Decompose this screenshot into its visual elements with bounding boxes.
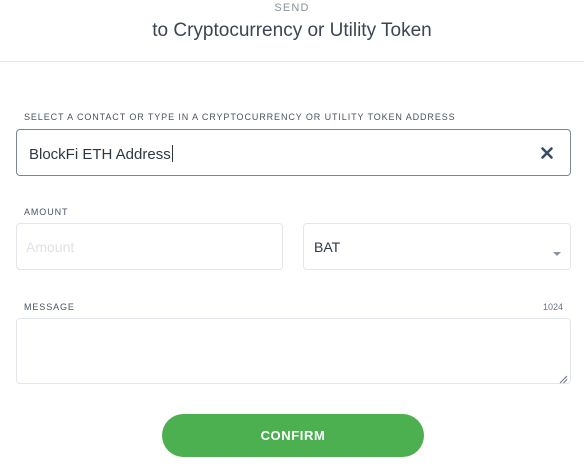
send-form-page: SEND to Cryptocurrency or Utility Token … bbox=[0, 0, 584, 468]
caret-down-icon bbox=[552, 244, 562, 256]
amount-placeholder: Amount bbox=[26, 239, 75, 255]
message-textarea[interactable] bbox=[16, 318, 571, 384]
resize-handle-icon[interactable] bbox=[558, 371, 568, 384]
recipient-address-value: BlockFi ETH Address bbox=[29, 145, 173, 163]
currency-selected-value: BAT bbox=[314, 239, 341, 255]
recipient-address-input[interactable]: BlockFi ETH Address bbox=[16, 129, 571, 176]
header-eyebrow: SEND bbox=[274, 2, 310, 14]
amount-label: AMOUNT bbox=[24, 207, 69, 217]
message-label: MESSAGE bbox=[24, 302, 75, 312]
send-header: SEND to Cryptocurrency or Utility Token bbox=[0, 0, 584, 62]
text-caret bbox=[171, 145, 173, 162]
recipient-label: SELECT A CONTACT OR TYPE IN A CRYPTOCURR… bbox=[24, 112, 456, 122]
amount-input[interactable]: Amount bbox=[16, 223, 283, 270]
message-char-limit: 1024 bbox=[542, 302, 563, 312]
currency-select[interactable]: BAT bbox=[303, 223, 571, 270]
page-title: to Cryptocurrency or Utility Token bbox=[152, 20, 432, 41]
close-icon[interactable] bbox=[538, 144, 556, 162]
confirm-button[interactable]: CONFIRM bbox=[162, 414, 424, 457]
